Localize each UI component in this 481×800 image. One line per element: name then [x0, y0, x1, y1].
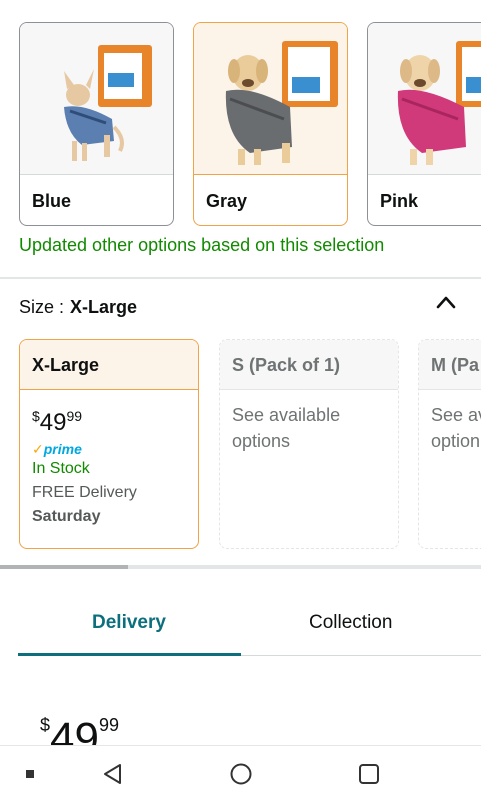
- size-option-name: X-Large: [20, 340, 198, 390]
- see-available-options: See available options: [232, 405, 341, 451]
- size-selected-value: X-Large: [70, 297, 138, 317]
- section-divider: [0, 277, 481, 279]
- chevron-up-icon[interactable]: [434, 292, 458, 312]
- back-triangle-icon[interactable]: [98, 746, 128, 800]
- stock-status: In Stock: [32, 460, 90, 477]
- color-swatch-row: Blue Gray Pink: [19, 22, 481, 226]
- recents-square-icon[interactable]: [354, 746, 384, 800]
- size-option-name: S (Pack of 1): [220, 340, 398, 390]
- size-option-name: M (Pa: [419, 340, 481, 390]
- see-available-options: See av option: [431, 405, 481, 451]
- color-option-label: Pink: [380, 191, 419, 211]
- color-option-blue[interactable]: Blue: [19, 22, 174, 226]
- home-circle-icon[interactable]: [226, 746, 256, 800]
- size-label: Size :: [19, 297, 65, 317]
- updated-options-message: Updated other options based on this sele…: [19, 235, 385, 255]
- color-option-label: Gray: [206, 191, 248, 211]
- color-option-pink[interactable]: Pink: [367, 22, 481, 226]
- tab-divider: [241, 655, 481, 656]
- size-option-s-pack-of-1[interactable]: S (Pack of 1) See available options: [219, 339, 399, 549]
- square-dot-icon[interactable]: [18, 746, 42, 800]
- scrollbar-thumb[interactable]: [0, 565, 128, 569]
- delivery-info: FREE Delivery: [32, 484, 137, 501]
- system-navigation-bar: [0, 745, 481, 800]
- delivery-day: Saturday: [32, 508, 101, 525]
- product-image-gray: [194, 23, 347, 175]
- tab-collection[interactable]: Collection: [309, 612, 392, 634]
- color-option-gray[interactable]: Gray: [193, 22, 348, 226]
- size-option-x-large[interactable]: X-Large $4999 ✓prime In Stock FREE Deliv…: [19, 339, 199, 549]
- prime-badge: ✓prime: [32, 441, 82, 457]
- prime-check-icon: ✓: [32, 441, 44, 457]
- size-options-row: X-Large $4999 ✓prime In Stock FREE Deliv…: [19, 339, 481, 551]
- active-tab-indicator: [18, 653, 241, 656]
- product-image-blue: [20, 23, 173, 175]
- size-option-m[interactable]: M (Pa See av option: [418, 339, 481, 549]
- color-option-label: Blue: [32, 191, 72, 211]
- tab-delivery[interactable]: Delivery: [92, 612, 166, 634]
- product-image-pink: [368, 23, 481, 175]
- size-option-price: $4999: [32, 408, 83, 436]
- size-selector-header[interactable]: Size : X-Large: [19, 297, 137, 318]
